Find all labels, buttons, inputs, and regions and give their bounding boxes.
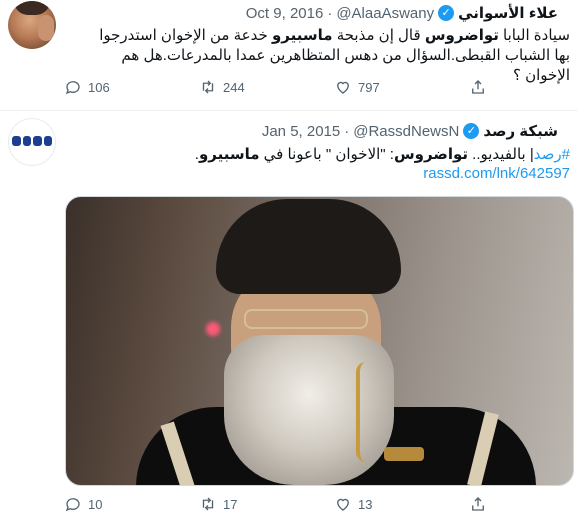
heart-icon [337, 498, 349, 511]
tweet-text-bold: ماسبيرو [271, 27, 333, 44]
share-icon [472, 497, 484, 511]
tweet-text-part: سيادة البابا [498, 27, 570, 44]
tweet-text: #رصد| بالفيديو.. تواضروس: "الاخوان " باع… [90, 145, 570, 165]
tweet-text-part: قال إن مذبحة [332, 27, 425, 44]
retweet-arrows-icon [202, 497, 214, 511]
logo-letter [12, 136, 21, 146]
verified-badge-icon: ✓ [463, 123, 480, 139]
tweet-text-bold: ماسبيرو [198, 146, 260, 163]
like-count: 13 [358, 496, 373, 512]
photo-cross [384, 447, 424, 461]
retweet-button[interactable]: 244 [199, 78, 334, 96]
tweet-actions: 106 244 797 [64, 77, 578, 97]
speech-bubble-icon [65, 81, 80, 95]
photo-hat [216, 199, 401, 294]
rassd-logo [12, 136, 52, 148]
tweet-header: Oct 9, 2016 · @AlaaAswany ✓ علاء الأسوان… [246, 3, 558, 23]
timeline: Oct 9, 2016 · @AlaaAswany ✓ علاء الأسوان… [0, 0, 578, 517]
retweet-arrows-icon [202, 80, 214, 94]
reply-count: 10 [88, 496, 103, 512]
tweet-alaa-aswany[interactable]: Oct 9, 2016 · @AlaaAswany ✓ علاء الأسوان… [0, 0, 578, 111]
hashtag-link[interactable]: #رصد [534, 146, 570, 163]
tweet-text-bold: تواضروس [393, 146, 468, 163]
user-handle[interactable]: @RassdNewsN [353, 123, 459, 140]
tweet-actions: 10 17 13 [64, 494, 578, 514]
like-count: 797 [358, 79, 380, 95]
share-button[interactable] [469, 495, 578, 513]
tweet-text-part: : "الاخوان " باعونا في [259, 146, 394, 163]
photo-background-light [206, 322, 220, 336]
speech-bubble-icon [65, 498, 80, 512]
avatar[interactable] [8, 1, 56, 49]
avatar[interactable] [8, 118, 56, 166]
photo-glasses [244, 309, 368, 329]
photo-chain [356, 362, 386, 462]
retweet-count: 17 [223, 496, 238, 512]
reply-count: 106 [88, 79, 110, 95]
share-icon [472, 80, 484, 94]
user-handle[interactable]: @AlaaAswany [336, 5, 434, 22]
tweet-date[interactable]: Jan 5, 2015 [262, 123, 340, 140]
reply-button[interactable]: 106 [64, 78, 199, 96]
verified-badge-icon: ✓ [438, 5, 455, 21]
like-button[interactable]: 13 [334, 495, 469, 513]
display-name[interactable]: علاء الأسواني [458, 4, 558, 22]
logo-letter [33, 136, 42, 146]
tweet-photo[interactable] [65, 196, 574, 486]
heart-icon [337, 81, 349, 94]
separator-dot: · [344, 122, 350, 140]
tweet-header: Jan 5, 2015 · @RassdNewsN ✓ شبكة رصد [262, 121, 558, 141]
avatar-hand [38, 15, 54, 41]
retweet-count: 244 [223, 79, 245, 95]
display-name[interactable]: شبكة رصد [483, 122, 558, 140]
tweet-link[interactable]: rassd.com/lnk/642597 [423, 165, 570, 182]
tweet-text-bold: تواضروس [424, 27, 499, 44]
logo-letter [22, 136, 31, 146]
separator-dot: · [327, 4, 333, 22]
like-button[interactable]: 797 [334, 78, 469, 96]
tweet-text-part: | بالفيديو.. [468, 146, 534, 163]
retweet-button[interactable]: 17 [199, 495, 334, 513]
tweet-date[interactable]: Oct 9, 2016 [246, 5, 324, 22]
logo-letter [43, 136, 52, 146]
reply-button[interactable]: 10 [64, 495, 199, 513]
share-button[interactable] [469, 78, 578, 96]
avatar-hair [14, 1, 50, 15]
